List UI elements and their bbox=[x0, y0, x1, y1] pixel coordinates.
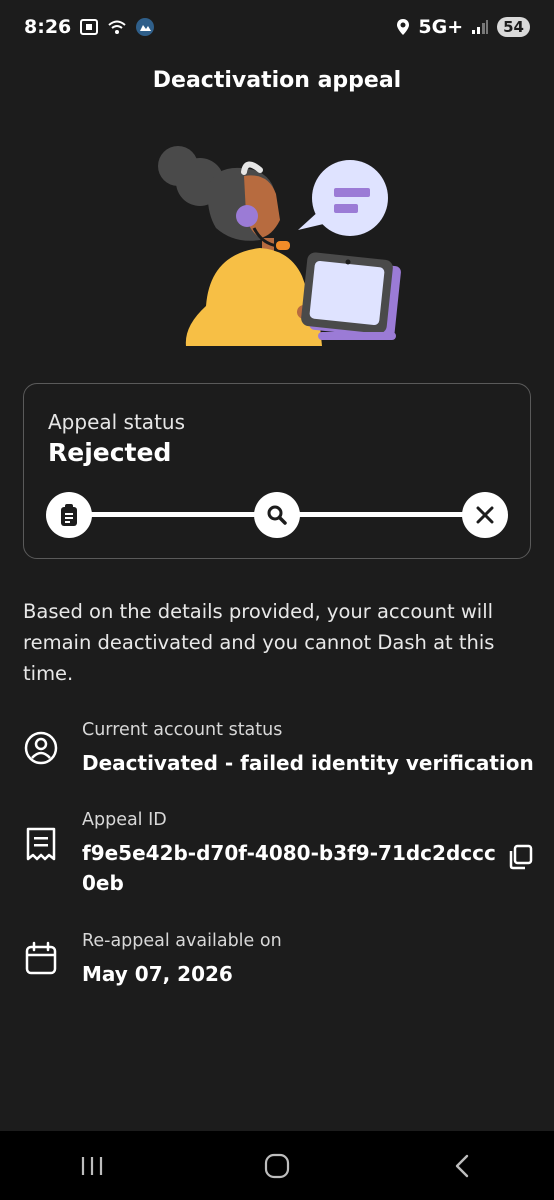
appeal-id-value: f9e5e42b-d70f-4080-b3f9-71dc2dccc 0eb bbox=[82, 838, 496, 898]
reappeal-label: Re-appeal available on bbox=[82, 931, 282, 951]
close-icon bbox=[476, 506, 494, 524]
step-rejected bbox=[462, 492, 508, 538]
appeal-status-label: Appeal status bbox=[48, 410, 186, 434]
appeal-status-value: Rejected bbox=[48, 438, 172, 467]
signal-icon bbox=[472, 20, 489, 34]
status-bar-left: 8:26 bbox=[24, 16, 155, 38]
recent-apps-icon bbox=[82, 1156, 103, 1175]
appeal-status-card: Appeal status Rejected bbox=[23, 383, 531, 559]
receipt-icon bbox=[26, 827, 56, 861]
calendar-icon bbox=[25, 941, 57, 975]
screenshot-icon bbox=[80, 19, 99, 35]
app-notification-icon bbox=[136, 18, 155, 36]
account-status-value: Deactivated - failed identity verificati… bbox=[82, 751, 534, 775]
reappeal-date: May 07, 2026 bbox=[82, 962, 233, 986]
clipboard-icon bbox=[61, 504, 77, 526]
network-type: 5G+ bbox=[418, 16, 464, 38]
appeal-id-line-1: f9e5e42b-d70f-4080-b3f9-71dc2dccc bbox=[82, 841, 496, 865]
account-status-label: Current account status bbox=[82, 720, 283, 740]
wifi-icon bbox=[108, 20, 126, 34]
status-bar: 8:26 5G+ 54 bbox=[0, 0, 554, 54]
home-icon bbox=[264, 1153, 290, 1178]
battery-badge: 54 bbox=[497, 17, 530, 37]
appeal-id-line-2: 0eb bbox=[82, 871, 124, 895]
location-icon bbox=[397, 19, 410, 35]
step-review bbox=[254, 492, 300, 538]
home-button[interactable] bbox=[247, 1146, 307, 1186]
appeal-id-label: Appeal ID bbox=[82, 810, 167, 830]
recent-apps-button[interactable] bbox=[62, 1146, 122, 1186]
user-circle-icon bbox=[24, 731, 58, 765]
status-description: Based on the details provided, your acco… bbox=[23, 600, 495, 685]
copy-icon[interactable] bbox=[507, 844, 533, 870]
status-bar-right: 5G+ 54 bbox=[396, 16, 530, 38]
back-icon bbox=[455, 1154, 468, 1177]
status-time: 8:26 bbox=[24, 16, 72, 38]
step-submitted bbox=[46, 492, 92, 538]
system-nav-bar bbox=[0, 1131, 554, 1200]
search-icon bbox=[267, 505, 287, 525]
page-title: Deactivation appeal bbox=[152, 68, 402, 93]
support-agent-illustration bbox=[158, 146, 401, 346]
back-button[interactable] bbox=[432, 1146, 492, 1186]
